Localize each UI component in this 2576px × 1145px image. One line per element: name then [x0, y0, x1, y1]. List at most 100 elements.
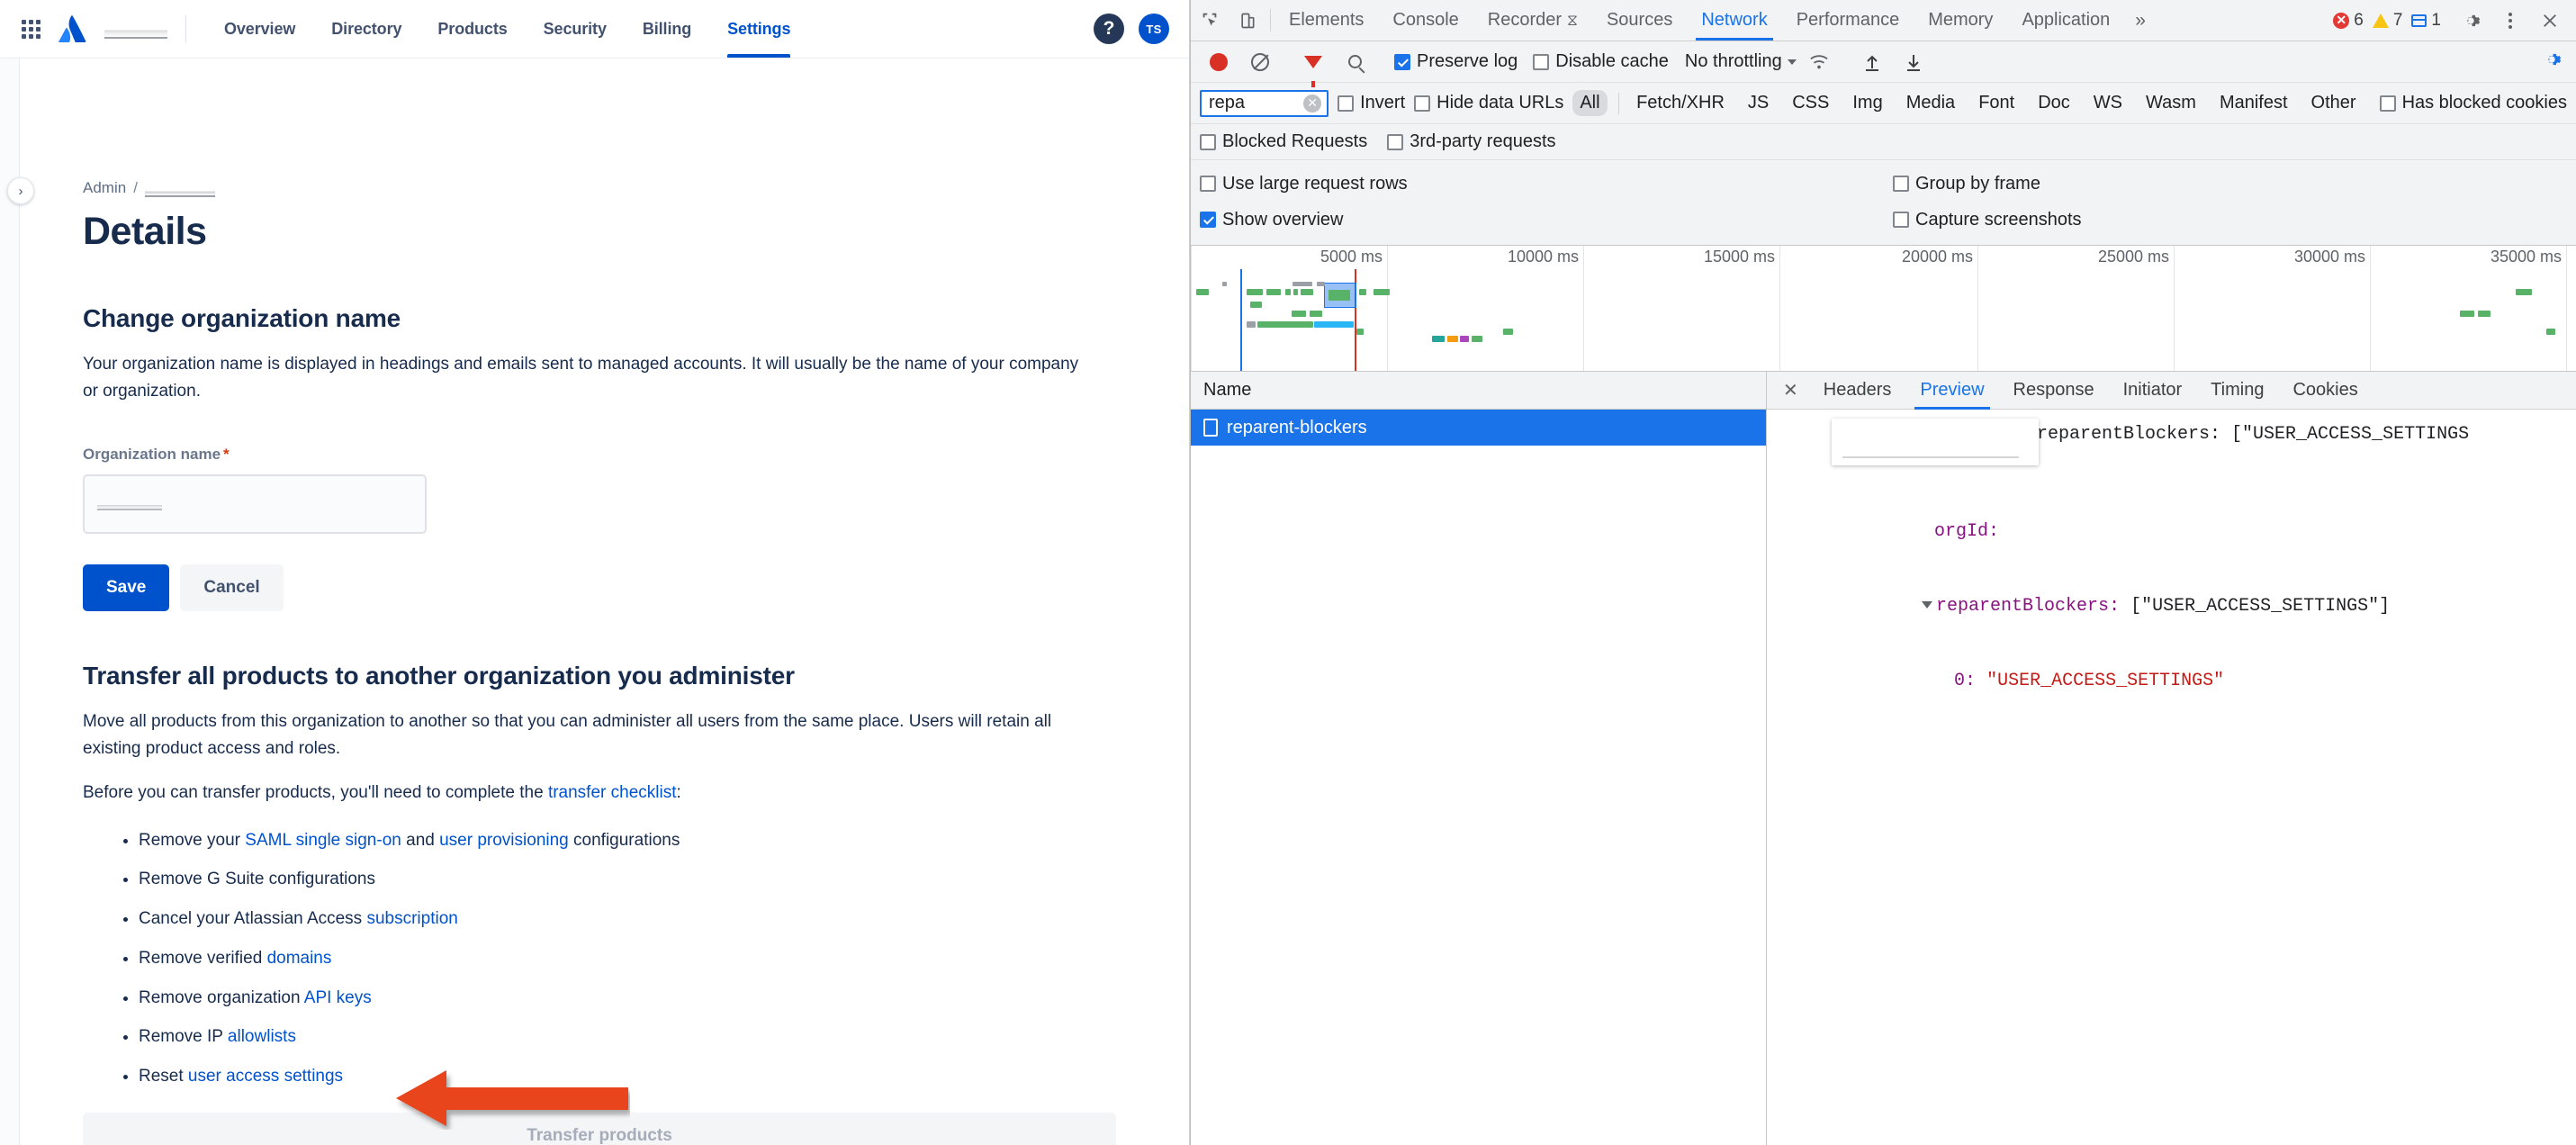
- tab-memory[interactable]: Memory: [1914, 0, 2007, 41]
- transfer-checklist-link[interactable]: transfer checklist: [548, 783, 677, 802]
- saml-sso-link[interactable]: SAML single sign-on: [245, 831, 401, 850]
- tab-elements[interactable]: Elements: [1274, 0, 1378, 41]
- group-by-frame-box[interactable]: [1893, 176, 1909, 192]
- type-filter-wasm[interactable]: Wasm: [2139, 90, 2203, 116]
- disable-cache-checkbox[interactable]: Disable cache: [1533, 51, 1669, 72]
- network-settings-gear-icon[interactable]: [2542, 50, 2567, 75]
- throttling-select[interactable]: No throttling: [1685, 51, 1797, 72]
- type-filter-ws[interactable]: WS: [2086, 90, 2130, 116]
- transfer-products-button[interactable]: Transfer products: [83, 1112, 1116, 1145]
- show-overview-box[interactable]: [1200, 212, 1216, 228]
- third-party-requests-checkbox[interactable]: 3rd-party requests: [1387, 131, 1556, 152]
- item-text: Remove your: [139, 830, 246, 850]
- table-row[interactable]: reparent-blockers: [1191, 410, 1766, 446]
- invert-box[interactable]: [1338, 95, 1355, 112]
- tab-application[interactable]: Application: [2007, 0, 2124, 41]
- has-blocked-cookies-checkbox[interactable]: Has blocked cookies: [2379, 93, 2567, 113]
- nav-item-directory[interactable]: Directory: [313, 0, 419, 58]
- capture-screenshots-box[interactable]: [1893, 212, 1909, 228]
- preserve-log-checkbox[interactable]: Preserve log: [1394, 51, 1518, 72]
- organization-name-input[interactable]: [83, 474, 427, 535]
- error-count-badge[interactable]: ✕ 6: [2333, 11, 2364, 31]
- api-keys-link[interactable]: API keys: [304, 988, 372, 1007]
- preview-json-view[interactable]: {orgId: orgId: reparentBlockers: ["USER_…: [1767, 410, 2576, 1145]
- type-filter-other[interactable]: Other: [2304, 90, 2364, 116]
- save-button[interactable]: Save: [83, 564, 170, 612]
- requests-column-header[interactable]: Name: [1191, 372, 1766, 410]
- nav-item-products[interactable]: Products: [419, 0, 525, 58]
- cancel-button[interactable]: Cancel: [180, 564, 284, 612]
- import-har-button[interactable]: [1853, 53, 1891, 71]
- device-toolbar-icon[interactable]: [1229, 0, 1266, 41]
- sidebar-expand-icon[interactable]: ›: [7, 177, 34, 204]
- help-icon[interactable]: ?: [1094, 14, 1124, 44]
- avatar[interactable]: TS: [1139, 14, 1169, 44]
- hide-data-urls-checkbox[interactable]: Hide data URLs: [1414, 93, 1563, 113]
- disable-cache-box[interactable]: [1533, 53, 1550, 70]
- has-blocked-cookies-box[interactable]: [2379, 95, 2396, 112]
- tab-sources[interactable]: Sources: [1592, 0, 1687, 41]
- warning-count-badge[interactable]: 7: [2372, 11, 2402, 31]
- filter-button[interactable]: [1294, 55, 1332, 87]
- clear-button[interactable]: [1241, 52, 1279, 71]
- invert-checkbox[interactable]: Invert: [1338, 93, 1405, 113]
- expand-triangle-icon[interactable]: [1922, 601, 1933, 609]
- close-detail-icon[interactable]: ✕: [1774, 379, 1807, 401]
- tab-overflow-icon[interactable]: »: [2124, 0, 2157, 41]
- tab-network[interactable]: Network: [1687, 0, 1781, 41]
- type-filter-css[interactable]: CSS: [1785, 90, 1836, 116]
- use-large-request-rows-checkbox[interactable]: Use large request rows: [1200, 174, 1893, 194]
- capture-screenshots-checkbox[interactable]: Capture screenshots: [1893, 210, 2082, 230]
- group-by-frame-checkbox[interactable]: Group by frame: [1893, 174, 2040, 194]
- more-options-icon[interactable]: [2491, 11, 2529, 31]
- blocked-requests-box[interactable]: [1200, 133, 1216, 150]
- search-button[interactable]: [1336, 55, 1374, 68]
- hide-data-urls-box[interactable]: [1414, 95, 1431, 112]
- blocked-requests-checkbox[interactable]: Blocked Requests: [1200, 131, 1367, 152]
- show-overview-checkbox[interactable]: Show overview: [1200, 210, 1893, 230]
- nav-item-security[interactable]: Security: [526, 0, 625, 58]
- type-filter-font[interactable]: Font: [1971, 90, 2022, 116]
- detail-tab-timing[interactable]: Timing: [2198, 372, 2276, 410]
- network-conditions-button[interactable]: [1800, 53, 1838, 71]
- atlassian-logo-icon[interactable]: [52, 11, 92, 47]
- user-provisioning-link[interactable]: user provisioning: [439, 831, 569, 850]
- filter-input[interactable]: repa ✕: [1200, 89, 1329, 117]
- detail-tab-initiator[interactable]: Initiator: [2111, 372, 2195, 410]
- nav-item-settings[interactable]: Settings: [709, 0, 808, 58]
- tab-performance[interactable]: Performance: [1782, 0, 1914, 41]
- tab-recorder[interactable]: Recorder ⧖: [1473, 0, 1592, 41]
- type-filter-doc[interactable]: Doc: [2031, 90, 2077, 116]
- user-access-settings-link[interactable]: user access settings: [188, 1067, 343, 1086]
- nav-item-billing[interactable]: Billing: [625, 0, 709, 58]
- subscription-link[interactable]: subscription: [366, 909, 457, 928]
- network-overview-timeline[interactable]: 5000 ms 10000 ms 15000 ms 20000 ms 25000…: [1191, 246, 2576, 372]
- type-filter-img[interactable]: Img: [1845, 90, 1889, 116]
- clear-filter-icon[interactable]: ✕: [1303, 94, 1322, 113]
- tab-console[interactable]: Console: [1378, 0, 1473, 41]
- breadcrumb-admin[interactable]: Admin: [83, 179, 126, 197]
- record-button[interactable]: [1200, 52, 1238, 71]
- type-filter-manifest[interactable]: Manifest: [2212, 90, 2295, 116]
- type-filter-media[interactable]: Media: [1899, 90, 1962, 116]
- use-large-request-rows-box[interactable]: [1200, 176, 1216, 192]
- preserve-log-box[interactable]: [1394, 53, 1410, 70]
- detail-tab-response[interactable]: Response: [2001, 372, 2107, 410]
- detail-tab-preview[interactable]: Preview: [1907, 372, 1996, 410]
- nav-item-overview[interactable]: Overview: [206, 0, 313, 58]
- app-switcher-icon[interactable]: [13, 11, 49, 47]
- close-devtools-icon[interactable]: [2531, 13, 2569, 29]
- detail-tab-headers[interactable]: Headers: [1811, 372, 1905, 410]
- domains-link[interactable]: domains: [267, 949, 332, 968]
- type-filter-js[interactable]: JS: [1741, 90, 1776, 116]
- settings-gear-icon[interactable]: [2452, 11, 2490, 31]
- allowlists-link[interactable]: allowlists: [228, 1027, 296, 1046]
- inspect-element-icon[interactable]: [1191, 0, 1229, 41]
- type-filter-fetch-xhr[interactable]: Fetch/XHR: [1629, 90, 1732, 116]
- json-line-reparentblockers[interactable]: reparentBlockers: ["USER_ACCESS_SETTINGS…: [1779, 570, 2576, 645]
- export-har-button[interactable]: [1895, 53, 1932, 71]
- detail-tab-cookies[interactable]: Cookies: [2280, 372, 2370, 410]
- third-party-box[interactable]: [1387, 133, 1404, 150]
- type-filter-all[interactable]: All: [1572, 90, 1608, 116]
- message-count-badge[interactable]: 1: [2411, 11, 2441, 31]
